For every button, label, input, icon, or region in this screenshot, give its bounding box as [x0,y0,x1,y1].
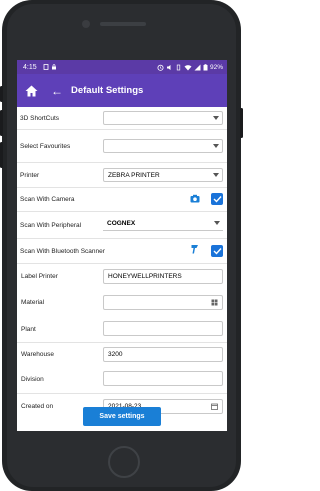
warehouse-row: Warehouse 3200 [17,343,227,365]
scan-bt-row: Scan With Bluetooth Scanner [17,239,227,264]
material-input[interactable] [103,295,223,310]
warehouse-input[interactable]: 3200 [103,347,223,362]
signal-icon [194,64,201,70]
calendar-icon[interactable] [211,403,218,410]
label-printer-row: Label Printer HONEYWELLPRINTERS [17,264,227,289]
back-arrow-icon[interactable]: ← [51,85,63,97]
wifi-icon [184,64,192,70]
printer-select[interactable]: ZEBRA PRINTER [103,168,223,182]
printer-label: Printer [20,171,40,179]
check-icon [213,248,222,255]
warehouse-label: Warehouse [21,350,54,358]
warehouse-value: 3200 [108,351,123,358]
front-camera [82,20,90,28]
app-bar: ← Default Settings [17,74,227,107]
scan-camera-checkbox[interactable] [211,193,223,205]
created-on-label: Created on [21,403,54,410]
favourites-label: Select Favourites [20,142,71,150]
volume-down-button [0,142,3,168]
printer-row: Printer ZEBRA PRINTER [17,163,227,188]
mute-switch [0,86,3,102]
chevron-down-icon [213,144,219,148]
scan-peripheral-row: Scan With Peripheral COGNEX [17,212,227,239]
plant-input[interactable] [103,321,223,336]
label-printer-value: HONEYWELLPRINTERS [108,273,182,280]
battery-icon [203,63,208,70]
division-row: Division [17,366,227,394]
material-label: Material [21,299,45,306]
label-printer-label: Label Printer [21,273,58,280]
division-label: Division [21,376,44,383]
shortcuts-row: 3D ShortCuts [17,107,227,130]
status-time: 4:15 [23,63,37,71]
plant-row: Plant [17,316,227,343]
scan-camera-label: Scan With Camera [20,196,75,203]
check-icon [213,196,222,203]
scan-bt-checkbox[interactable] [211,245,223,257]
camera-icon[interactable] [190,194,200,203]
home-button[interactable] [108,446,140,478]
chevron-down-icon [213,116,219,120]
vibrate-icon [176,64,181,70]
lock-icon [51,64,56,70]
peripheral-select[interactable]: COGNEX [103,217,223,231]
power-button [240,108,243,138]
battery-level: 92% [209,63,223,71]
status-bar: 4:15 92% [17,60,227,74]
status-right: 92% [157,64,223,71]
page-title: Default Settings [71,85,144,96]
favourites-row: Select Favourites [17,130,227,163]
printer-value: ZEBRA PRINTER [108,171,160,179]
plant-label: Plant [21,325,36,333]
scan-camera-row: Scan With Camera [17,188,227,212]
label-printer-input[interactable]: HONEYWELLPRINTERS [103,269,223,284]
favourites-select[interactable] [103,139,223,153]
scan-bt-label: Scan With Bluetooth Scanner [20,247,105,255]
grid-icon[interactable] [211,299,218,306]
division-input[interactable] [103,371,223,386]
sim-icon [43,64,49,70]
mute-icon [166,64,171,70]
app-screen: 4:15 92% ← Default Settings 3D ShortCuts [17,60,227,431]
notification-icons [43,64,57,70]
chevron-down-icon [213,173,219,177]
alarm-icon [157,64,164,71]
earpiece-speaker [100,22,146,26]
chevron-down-icon [214,221,220,225]
shortcuts-select[interactable] [103,111,223,125]
shortcuts-label: 3D ShortCuts [20,114,60,122]
scan-peripheral-label: Scan With Peripheral [20,221,82,229]
material-row: Material [17,290,227,315]
peripheral-value: COGNEX [107,220,136,227]
barcode-scanner-icon[interactable] [191,244,199,254]
save-settings-button[interactable]: Save settings [83,407,161,426]
home-icon[interactable] [24,84,38,98]
volume-up-button [0,110,3,136]
